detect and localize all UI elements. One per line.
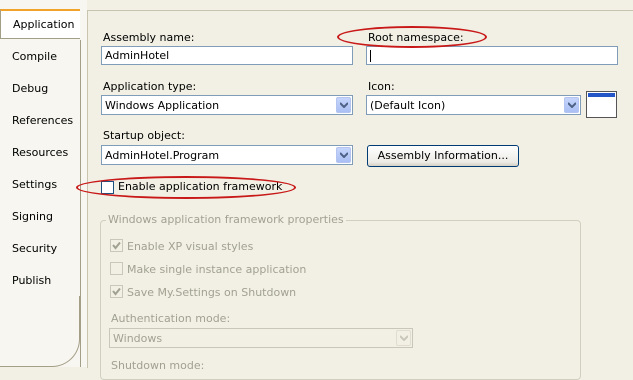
checkmark-icon bbox=[112, 287, 121, 296]
single-instance-label: Make single instance application bbox=[127, 263, 307, 276]
tab-divider bbox=[80, 40, 81, 367]
icon-label: Icon: bbox=[368, 80, 395, 93]
startup-object-label: Startup object: bbox=[103, 129, 185, 142]
application-icon-preview bbox=[586, 91, 617, 118]
enable-xp-styles-label: Enable XP visual styles bbox=[127, 240, 254, 253]
startup-object-select[interactable]: AdminHotel.Program bbox=[101, 145, 353, 165]
tab-application[interactable]: Application bbox=[0, 9, 80, 39]
application-type-value: Windows Application bbox=[105, 99, 220, 112]
enable-application-framework-label: Enable application framework bbox=[118, 180, 283, 193]
authentication-mode-select[interactable]: Windows bbox=[109, 328, 413, 348]
enable-xp-styles-checkbox[interactable] bbox=[110, 239, 123, 252]
save-settings-checkbox[interactable] bbox=[110, 285, 123, 298]
enable-application-framework-checkbox[interactable] bbox=[101, 181, 114, 194]
application-type-label: Application type: bbox=[103, 80, 197, 93]
tab-publish[interactable]: Publish bbox=[0, 265, 80, 297]
tab-strip-corner bbox=[0, 296, 80, 367]
icon-select[interactable]: (Default Icon) bbox=[366, 95, 581, 115]
root-namespace-label: Root namespace: bbox=[368, 31, 464, 44]
assembly-name-label: Assembly name: bbox=[103, 31, 195, 44]
authentication-mode-label: Authentication mode: bbox=[111, 312, 231, 325]
chevron-down-icon[interactable] bbox=[336, 97, 351, 113]
application-type-select[interactable]: Windows Application bbox=[101, 95, 353, 115]
tab-signing[interactable]: Signing bbox=[0, 201, 80, 233]
startup-object-value: AdminHotel.Program bbox=[105, 149, 220, 162]
icon-value: (Default Icon) bbox=[370, 99, 446, 112]
chevron-down-icon[interactable] bbox=[396, 330, 411, 346]
chevron-down-icon[interactable] bbox=[564, 97, 579, 113]
chevron-down-icon[interactable] bbox=[336, 147, 351, 163]
save-settings-label: Save My.Settings on Shutdown bbox=[127, 286, 297, 299]
root-namespace-input[interactable] bbox=[366, 46, 618, 65]
tab-resources[interactable]: Resources bbox=[0, 137, 80, 169]
shutdown-mode-label: Shutdown mode: bbox=[111, 359, 205, 372]
tab-settings[interactable]: Settings bbox=[0, 169, 80, 201]
assembly-information-button[interactable]: Assembly Information... bbox=[367, 145, 519, 167]
assembly-name-input[interactable]: AdminHotel bbox=[101, 46, 353, 65]
single-instance-checkbox[interactable] bbox=[110, 262, 123, 275]
tab-compile[interactable]: Compile bbox=[0, 41, 80, 73]
tab-references[interactable]: References bbox=[0, 105, 80, 137]
checkmark-icon bbox=[112, 241, 121, 250]
framework-properties-caption: Windows application framework properties bbox=[106, 213, 346, 226]
authentication-mode-value: Windows bbox=[113, 332, 163, 345]
tab-debug[interactable]: Debug bbox=[0, 73, 80, 105]
tab-security[interactable]: Security bbox=[0, 233, 80, 265]
text-caret bbox=[370, 50, 371, 62]
